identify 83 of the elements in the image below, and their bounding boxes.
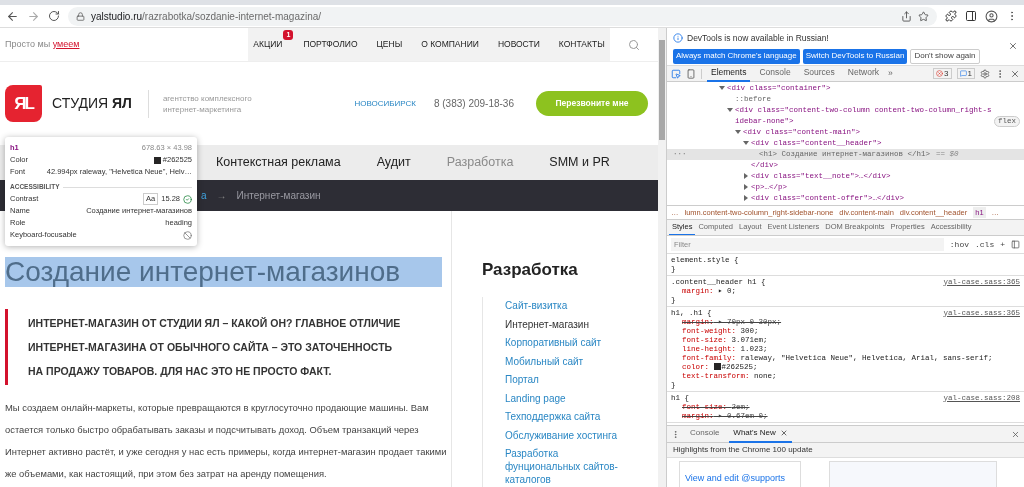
- sidebar-link[interactable]: Landing page: [505, 389, 629, 408]
- error-icon: [936, 70, 944, 77]
- sidebar-toggle-icon[interactable]: [1011, 240, 1020, 249]
- color-swatch: [153, 156, 161, 164]
- top-menu-link[interactable]: АКЦИИ: [253, 38, 283, 51]
- top-menu-link[interactable]: НОВОСТИ: [497, 38, 540, 51]
- whats-new-title: Highlights from the Chrome 100 update: [673, 444, 813, 456]
- body-paragraph: Мы создаем онлайн-маркеты, которые превращаются в круглосуточно продающие машины. Вам остается только быстро обрабатывать заказы и подсчитывать доход. Объем транзакций через Интернет активно растёт, и уже сегодня у нас есть примеры, когда интернет-магазин продает такими же объемами, как настоящий, при этом без затрат на аренду помещения.: [5, 401, 447, 481]
- sidebar-link[interactable]: Сайт-визитка: [505, 296, 629, 315]
- phone-number: 8 (383) 209-18-36: [433, 97, 514, 111]
- close-icon[interactable]: [779, 429, 788, 437]
- top-menu-link[interactable]: КОНТАКТЫ: [558, 38, 605, 51]
- close-icon[interactable]: [1010, 68, 1020, 79]
- top-menu-link[interactable]: О КОМПАНИИ: [421, 38, 479, 51]
- puzzle-icon[interactable]: [945, 10, 958, 22]
- lead-text: ИНТЕРНЕТ-МАГАЗИН ОТ СТУДИИ ЯЛ – КАКОЙ ОН? ГЛАВНОЕ ОТЛИЧИЕ ИНТЕРНЕТ-МАГАЗИНА ОТ ОБЫЧНОГО САЙТА – ЭТО ЗАТОЧЕННОСТЬ НА ПРОДАЖУ ТОВАРОВ. ДЛЯ НАС ЭТО НЕ ПРОСТО ФАКТ.: [28, 316, 402, 379]
- side-panel-icon[interactable]: [965, 10, 977, 22]
- expand-triangle-icon[interactable]: [735, 129, 741, 135]
- slogan-text: агентство комплексного интернет-маркетинга: [162, 92, 252, 115]
- feature-link[interactable]: View and edit @supports: [685, 473, 786, 483]
- sidebar-link[interactable]: Корпоративный сайт: [505, 333, 629, 352]
- devtools-tab[interactable]: Network: [843, 65, 883, 82]
- message-counter[interactable]: 1: [956, 68, 975, 79]
- brand-name: СТУДИЯ ЯЛ: [52, 94, 132, 113]
- close-icon[interactable]: [1011, 429, 1020, 439]
- sidebar-link[interactable]: Мобильный сайт: [505, 352, 629, 371]
- breadcrumb-link[interactable]: а: [201, 188, 207, 203]
- page-heading: Создание интернет-магазинов: [5, 257, 442, 287]
- top-menu-link[interactable]: ЦЕНЫ: [376, 38, 403, 51]
- more-icon[interactable]: [671, 429, 680, 439]
- expand-triangle-icon[interactable]: [719, 85, 725, 91]
- sidebar-link[interactable]: Портал: [505, 370, 629, 389]
- expand-triangle-icon[interactable]: [743, 184, 749, 190]
- sidebar-link[interactable]: Разработка фунциональных сайтов-каталогов: [505, 444, 629, 487]
- logo-mark[interactable]: ЯL: [5, 85, 42, 122]
- expand-triangle-icon[interactable]: [743, 140, 749, 146]
- breadcrumb-current: Интернет-магазин: [236, 189, 321, 203]
- settings-icon[interactable]: [980, 68, 990, 79]
- tagline-link[interactable]: умеем: [52, 38, 80, 49]
- filter-tool[interactable]: .cls: [975, 238, 995, 251]
- not-allowed-icon: [183, 230, 192, 240]
- sidebar-link[interactable]: Интернет-магазин: [505, 315, 629, 334]
- filter-tool[interactable]: +: [1000, 238, 1005, 251]
- infobar-button[interactable]: Switch DevTools to Russian: [802, 48, 908, 64]
- sidebar-link[interactable]: Обслуживание хостинга: [505, 426, 629, 445]
- star-icon[interactable]: [918, 10, 930, 22]
- infobar-button[interactable]: Always match Chrome's language: [673, 48, 800, 64]
- inspect-icon[interactable]: [671, 68, 681, 79]
- lock-icon: [75, 11, 85, 21]
- expand-triangle-icon[interactable]: [743, 195, 749, 201]
- city-link[interactable]: НОВОСИБИРСК: [354, 97, 416, 110]
- tagline: Просто мы умеем: [5, 37, 80, 51]
- top-menu-link[interactable]: ПОРТФОЛИО: [303, 38, 358, 51]
- filter-tool[interactable]: :hov: [949, 238, 969, 251]
- page-scrollbar[interactable]: [658, 28, 666, 487]
- share-icon[interactable]: [901, 10, 913, 22]
- services-tab[interactable]: Контекстная реклама: [216, 153, 341, 172]
- color-swatch[interactable]: [713, 363, 721, 370]
- infobar-button[interactable]: Don't show again: [910, 48, 980, 64]
- sidebar-title: Разработка: [482, 259, 579, 281]
- close-icon[interactable]: [1008, 41, 1018, 51]
- more-tabs-button[interactable]: »: [888, 67, 893, 80]
- address-bar[interactable]: yalstudio.ru/razrabotka/sozdanie-internet-magazina/: [67, 6, 938, 26]
- sidebar-link[interactable]: Техподдержка сайта: [505, 407, 629, 426]
- profile-icon[interactable]: [985, 9, 998, 23]
- services-tab[interactable]: SMM и PR: [549, 153, 610, 172]
- services-tab[interactable]: Аудит: [376, 153, 411, 172]
- error-counter[interactable]: 3: [933, 68, 952, 79]
- info-icon: [673, 33, 683, 44]
- url-text: yalstudio.ru/razrabotka/sozdanie-internet-magazina/: [90, 9, 322, 24]
- devtools-tab[interactable]: Console: [755, 65, 795, 82]
- feature-card[interactable]: View and edit @supports: [679, 461, 801, 487]
- devtools-tab[interactable]: Sources: [799, 65, 839, 82]
- reload-icon[interactable]: [47, 10, 60, 22]
- expand-triangle-icon[interactable]: [743, 173, 749, 179]
- drawer-tab[interactable]: Console: [686, 425, 724, 443]
- device-icon[interactable]: [686, 68, 696, 79]
- message-icon: [959, 70, 967, 77]
- back-icon[interactable]: [6, 9, 19, 23]
- infobar-message: DevTools is now available in Russian!: [687, 32, 829, 45]
- expand-triangle-icon[interactable]: [727, 107, 733, 113]
- breadcrumb-separator: →: [216, 189, 227, 203]
- check-icon: [183, 194, 192, 204]
